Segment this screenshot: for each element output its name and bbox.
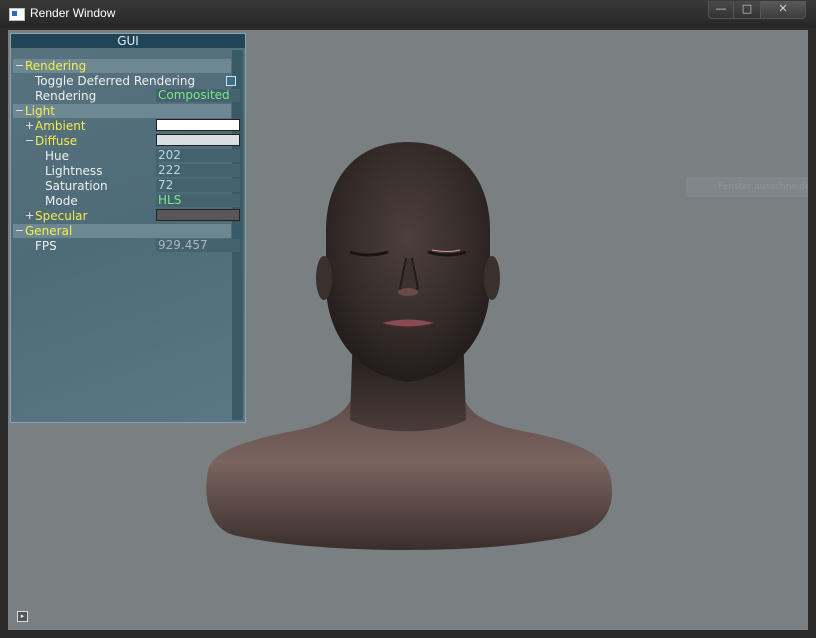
category-general-label: General [25, 224, 73, 238]
ambient-row[interactable]: + Ambient [13, 119, 240, 133]
toggle-deferred-row[interactable]: Toggle Deferred Rendering [13, 74, 236, 88]
mode-row[interactable]: Mode HLS [13, 194, 240, 208]
expand-icon[interactable]: + [25, 209, 34, 222]
specular-color-swatch[interactable] [156, 209, 240, 221]
category-light[interactable]: − Light [13, 104, 231, 118]
hue-label: Hue [45, 149, 70, 163]
specular-row[interactable]: + Specular [13, 209, 240, 223]
rendering-mode-row[interactable]: Rendering Composited [13, 89, 240, 103]
lightness-label: Lightness [45, 164, 103, 178]
fps-row: FPS 929.457 [13, 239, 240, 253]
saturation-row[interactable]: Saturation 72 [13, 179, 240, 193]
toggle-deferred-checkbox[interactable] [226, 76, 236, 86]
render-window: Render Window — □ ✕ Fenster ausschneiden… [0, 0, 816, 638]
minimize-button[interactable]: — [708, 1, 734, 19]
saturation-value[interactable]: 72 [156, 179, 240, 192]
collapse-icon[interactable]: − [15, 224, 24, 237]
collapse-icon[interactable]: − [15, 59, 24, 72]
ambient-label: Ambient [35, 119, 86, 133]
gui-panel-title: GUI [11, 34, 245, 48]
overlay-tooltip: Fenster ausschneiden [686, 177, 808, 197]
app-icon [9, 8, 25, 21]
ambient-color-swatch[interactable] [156, 119, 240, 131]
fps-label: FPS [35, 239, 57, 253]
category-general[interactable]: − General [13, 224, 231, 238]
gui-panel[interactable]: GUI − Rendering Toggle Deferred Renderin… [10, 33, 246, 423]
diffuse-label: Diffuse [35, 134, 78, 148]
maximize-button[interactable]: □ [733, 1, 761, 19]
close-button[interactable]: ✕ [760, 1, 806, 19]
gui-scrollbar[interactable] [232, 50, 243, 420]
collapse-icon[interactable]: − [15, 104, 24, 117]
rendering-mode-value[interactable]: Composited [156, 89, 240, 102]
diffuse-color-swatch[interactable] [156, 134, 240, 146]
rendering-mode-label: Rendering [35, 89, 97, 103]
hue-row[interactable]: Hue 202 [13, 149, 240, 163]
title-bar[interactable]: Render Window — □ ✕ [0, 0, 816, 28]
category-light-label: Light [25, 104, 55, 118]
render-viewport[interactable]: Fenster ausschneiden GUI − Rendering Tog… [8, 30, 808, 630]
expand-icon[interactable]: + [25, 119, 34, 132]
hue-value[interactable]: 202 [156, 149, 240, 162]
category-rendering-label: Rendering [25, 59, 87, 73]
window-title: Render Window [30, 6, 116, 20]
toggle-deferred-label: Toggle Deferred Rendering [35, 74, 196, 88]
gui-toggle-icon[interactable]: ▸ [17, 611, 28, 622]
mode-label: Mode [45, 194, 78, 208]
fps-value: 929.457 [156, 239, 240, 252]
mode-value[interactable]: HLS [156, 194, 240, 207]
specular-label: Specular [35, 209, 88, 223]
lightness-row[interactable]: Lightness 222 [13, 164, 240, 178]
category-rendering[interactable]: − Rendering [13, 59, 231, 73]
lightness-value[interactable]: 222 [156, 164, 240, 177]
saturation-label: Saturation [45, 179, 108, 193]
collapse-icon[interactable]: − [25, 134, 34, 147]
diffuse-row[interactable]: − Diffuse [13, 134, 240, 148]
